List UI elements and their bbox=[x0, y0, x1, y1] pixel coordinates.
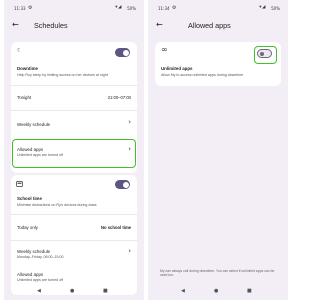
settings-status-icon: ⚙ bbox=[28, 5, 33, 11]
allowed-apps-label: Allowed apps bbox=[17, 272, 44, 277]
tonight-value: 21:00–07:00 bbox=[107, 95, 131, 100]
signal-icon: ▾◢ bbox=[259, 5, 266, 10]
weekly-schedule-label: Weekly schedule bbox=[17, 122, 51, 127]
school-time-card: School time Minimise distractions on Ry'… bbox=[11, 175, 137, 295]
page-title: Allowed apps bbox=[188, 21, 231, 30]
moon-icon: ☾ bbox=[17, 48, 22, 54]
nav-back-icon[interactable]: ◀ bbox=[181, 287, 185, 295]
school-time-title: School time bbox=[17, 196, 42, 201]
divider bbox=[11, 214, 137, 215]
tonight-row[interactable]: Tonight 21:00–07:00 bbox=[11, 91, 137, 105]
weekly-schedule-row-2[interactable]: Weekly schedule Monday–Friday, 08:00–15:… bbox=[11, 245, 137, 267]
status-time: 11:33 bbox=[14, 6, 26, 11]
nav-recents-icon[interactable]: ■ bbox=[103, 287, 108, 295]
battery-level: 50% bbox=[271, 6, 280, 11]
today-only-label: Today only bbox=[17, 225, 38, 230]
tonight-label: Tonight bbox=[17, 95, 32, 100]
nav-home-icon[interactable]: ● bbox=[214, 287, 218, 295]
infinity-icon: ∞ bbox=[161, 45, 168, 54]
footer-note: My can always call during downtime. You … bbox=[160, 269, 275, 278]
divider bbox=[11, 110, 137, 111]
app-bar: ← Schedules bbox=[4, 19, 144, 33]
school-icon bbox=[16, 181, 23, 187]
downtime-title: Downtime bbox=[17, 66, 38, 71]
nav-back-icon[interactable]: ◀ bbox=[37, 287, 41, 295]
weekly-schedule-sub: Monday–Friday, 08:00–15:00 bbox=[17, 255, 64, 259]
downtime-description: Help Roy sleep by limiting access on her… bbox=[17, 73, 108, 77]
allowed-apps-screen: 11:34 ⚙ ▾◢ 50% ← Allowed apps ∞ Unlimite… bbox=[148, 0, 288, 300]
today-only-row[interactable]: Today only No school time bbox=[11, 221, 137, 235]
system-nav-bar: ◀ ● ■ bbox=[148, 287, 288, 295]
divider bbox=[11, 85, 137, 86]
status-time: 11:34 bbox=[158, 6, 170, 11]
divider bbox=[11, 240, 137, 241]
today-only-value: No school time bbox=[100, 225, 131, 230]
back-arrow-icon[interactable]: ← bbox=[12, 20, 19, 30]
app-bar: ← Allowed apps bbox=[148, 19, 288, 33]
school-time-toggle[interactable] bbox=[115, 180, 130, 189]
status-bar: 11:33 ⚙ ▾◢ 50% bbox=[14, 5, 136, 13]
schedules-screen: 11:33 ⚙ ▾◢ 50% ← Schedules ☾ Downtime He… bbox=[4, 0, 144, 300]
downtime-toggle[interactable] bbox=[115, 48, 130, 57]
weekly-schedule-row[interactable]: Weekly schedule › bbox=[11, 118, 137, 132]
school-time-description: Minimise distractions on Ry's devices du… bbox=[17, 203, 97, 207]
chevron-right-icon: › bbox=[128, 247, 131, 255]
toggle-highlight bbox=[254, 46, 277, 64]
status-bar: 11:34 ⚙ ▾◢ 50% bbox=[158, 5, 280, 13]
unlimited-apps-title: Unlimited apps bbox=[161, 66, 193, 71]
allowed-apps-status: Unlimited apps are turned off bbox=[17, 278, 64, 282]
page-title: Schedules bbox=[34, 21, 68, 30]
signal-icon: ▾◢ bbox=[115, 5, 122, 10]
weekly-schedule-label: Weekly schedule bbox=[17, 249, 51, 254]
back-arrow-icon[interactable]: ← bbox=[156, 20, 163, 30]
unlimited-apps-description: Allow My to access unlimited apps during… bbox=[161, 73, 244, 77]
nav-home-icon[interactable]: ● bbox=[70, 287, 74, 295]
battery-level: 50% bbox=[127, 6, 136, 11]
system-nav-bar: ◀ ● ■ bbox=[4, 287, 144, 295]
settings-status-icon: ⚙ bbox=[172, 5, 177, 11]
nav-recents-icon[interactable]: ■ bbox=[247, 287, 252, 295]
chevron-right-icon: › bbox=[128, 118, 131, 126]
allowed-apps-highlight bbox=[12, 139, 136, 168]
